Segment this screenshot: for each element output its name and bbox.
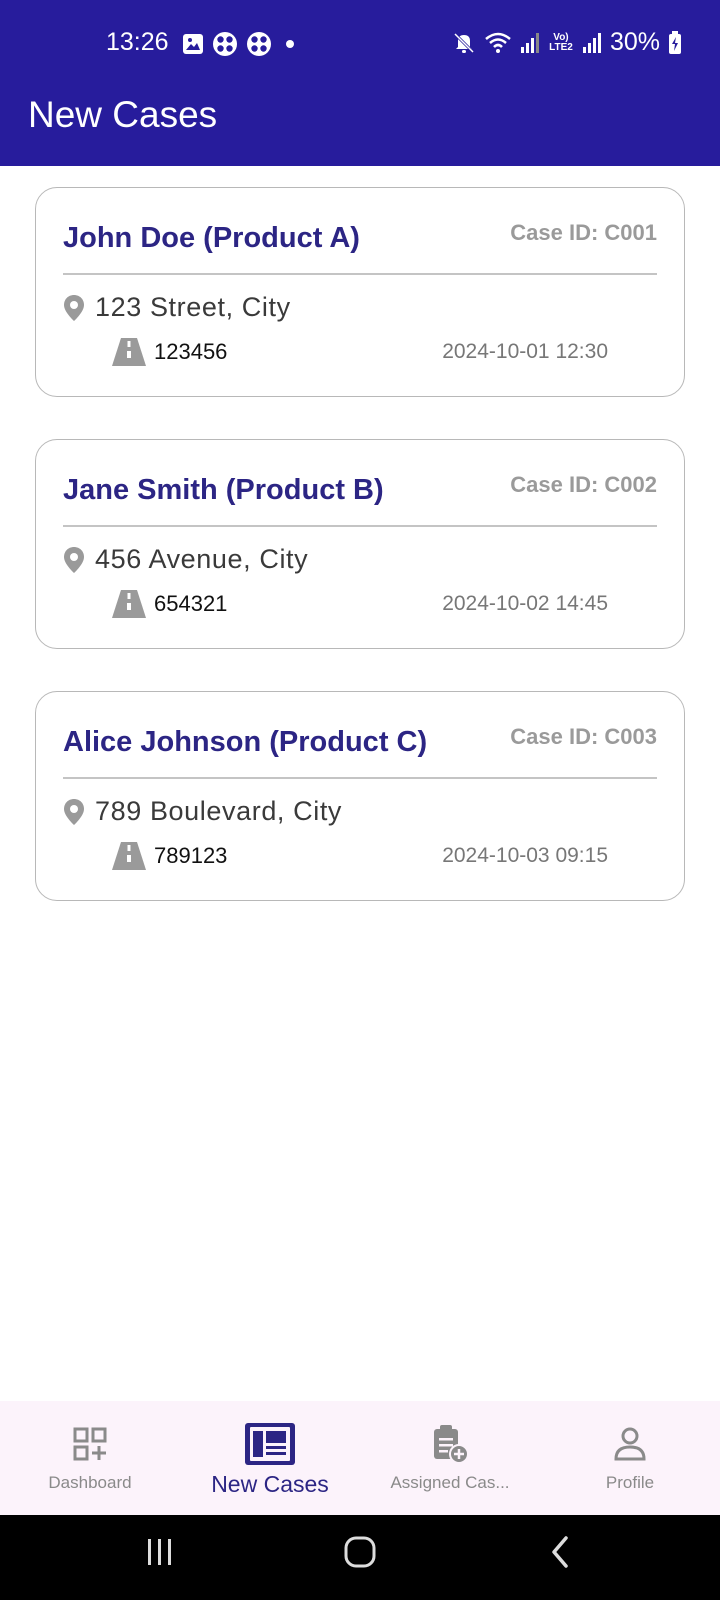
app-notification-icon (247, 32, 271, 56)
case-address: 456 Avenue, City (95, 544, 309, 574)
card-divider (63, 525, 657, 527)
pincode-row: 123456 (112, 338, 227, 366)
status-bar: 13:26 Vo) LTE2 30% (0, 0, 720, 88)
home-button[interactable] (343, 1535, 377, 1574)
mute-icon (453, 32, 475, 53)
card-divider (63, 273, 657, 275)
case-card[interactable]: John Doe (Product A) Case ID: C001 123 S… (35, 187, 685, 397)
nav-label: New Cases (211, 1471, 329, 1497)
battery-charging-icon (669, 30, 681, 54)
case-pincode: 654321 (154, 591, 228, 616)
system-navigation-bar (0, 1515, 720, 1600)
nav-label: Dashboard (48, 1473, 132, 1492)
road-icon (112, 842, 146, 870)
signal-icon (582, 32, 601, 53)
assigned-clipboard-icon (431, 1423, 469, 1465)
case-pincode: 789123 (154, 843, 228, 868)
back-icon (552, 1536, 568, 1568)
case-card[interactable]: Jane Smith (Product B) Case ID: C002 456… (35, 439, 685, 649)
case-datetime: 2024-10-02 14:45 (442, 592, 608, 615)
pincode-row: 654321 (112, 590, 227, 618)
nav-item-assigned-cases[interactable]: Assigned Cas... (360, 1401, 540, 1515)
nav-item-new-cases[interactable]: New Cases (180, 1401, 360, 1515)
home-icon (344, 1536, 376, 1568)
address-row: 123 Street, City (63, 292, 291, 323)
card-divider (63, 777, 657, 779)
case-card[interactable]: Alice Johnson (Product C) Case ID: C003 … (35, 691, 685, 901)
dot-icon (286, 40, 294, 48)
page-title: New Cases (28, 94, 218, 135)
back-button[interactable] (548, 1535, 572, 1574)
location-pin-icon (64, 798, 84, 825)
case-customer-name: Alice Johnson (Product C) (63, 726, 428, 758)
battery-percentage: 30% (609, 28, 660, 56)
case-id: Case ID: C002 (510, 472, 657, 497)
case-address: 789 Boulevard, City (95, 796, 343, 826)
nav-item-profile[interactable]: Profile (540, 1401, 720, 1515)
case-customer-name: Jane Smith (Product B) (63, 474, 384, 506)
signal-icon (520, 32, 539, 53)
recent-apps-icon (148, 1539, 171, 1565)
notification-icons (182, 31, 300, 57)
case-pincode: 123456 (154, 339, 228, 364)
bottom-navigation: Dashboard New Cases Assigned Cas... Prof… (0, 1401, 720, 1515)
pincode-row: 789123 (112, 842, 227, 870)
person-icon (613, 1423, 647, 1465)
image-notification-icon (183, 34, 203, 54)
newspaper-icon (243, 1423, 297, 1465)
road-icon (112, 338, 146, 366)
address-row: 456 Avenue, City (63, 544, 308, 575)
road-icon (112, 590, 146, 618)
case-datetime: 2024-10-03 09:15 (442, 844, 608, 867)
nav-label: Assigned Cas... (390, 1473, 510, 1492)
case-datetime: 2024-10-01 12:30 (442, 340, 608, 363)
status-time: 13:26 (106, 28, 169, 56)
nav-item-dashboard[interactable]: Dashboard (0, 1401, 180, 1515)
location-pin-icon (64, 546, 84, 573)
system-status-icons: Vo) LTE2 30% (452, 28, 682, 57)
case-id: Case ID: C001 (510, 220, 657, 245)
case-customer-name: John Doe (Product A) (63, 222, 360, 254)
recent-apps-button[interactable] (145, 1535, 175, 1574)
location-pin-icon (64, 294, 84, 321)
wifi-icon (485, 32, 511, 53)
network-type-label: Vo) LTE2 (549, 31, 573, 53)
dashboard-icon (72, 1423, 108, 1465)
app-header: 13:26 Vo) LTE2 30% New Cases (0, 0, 720, 166)
address-row: 789 Boulevard, City (63, 796, 342, 827)
case-address: 123 Street, City (95, 292, 291, 322)
case-id: Case ID: C003 (510, 724, 657, 749)
nav-label: Profile (605, 1473, 655, 1492)
app-notification-icon (213, 32, 237, 56)
case-list: John Doe (Product A) Case ID: C001 123 S… (35, 187, 685, 943)
